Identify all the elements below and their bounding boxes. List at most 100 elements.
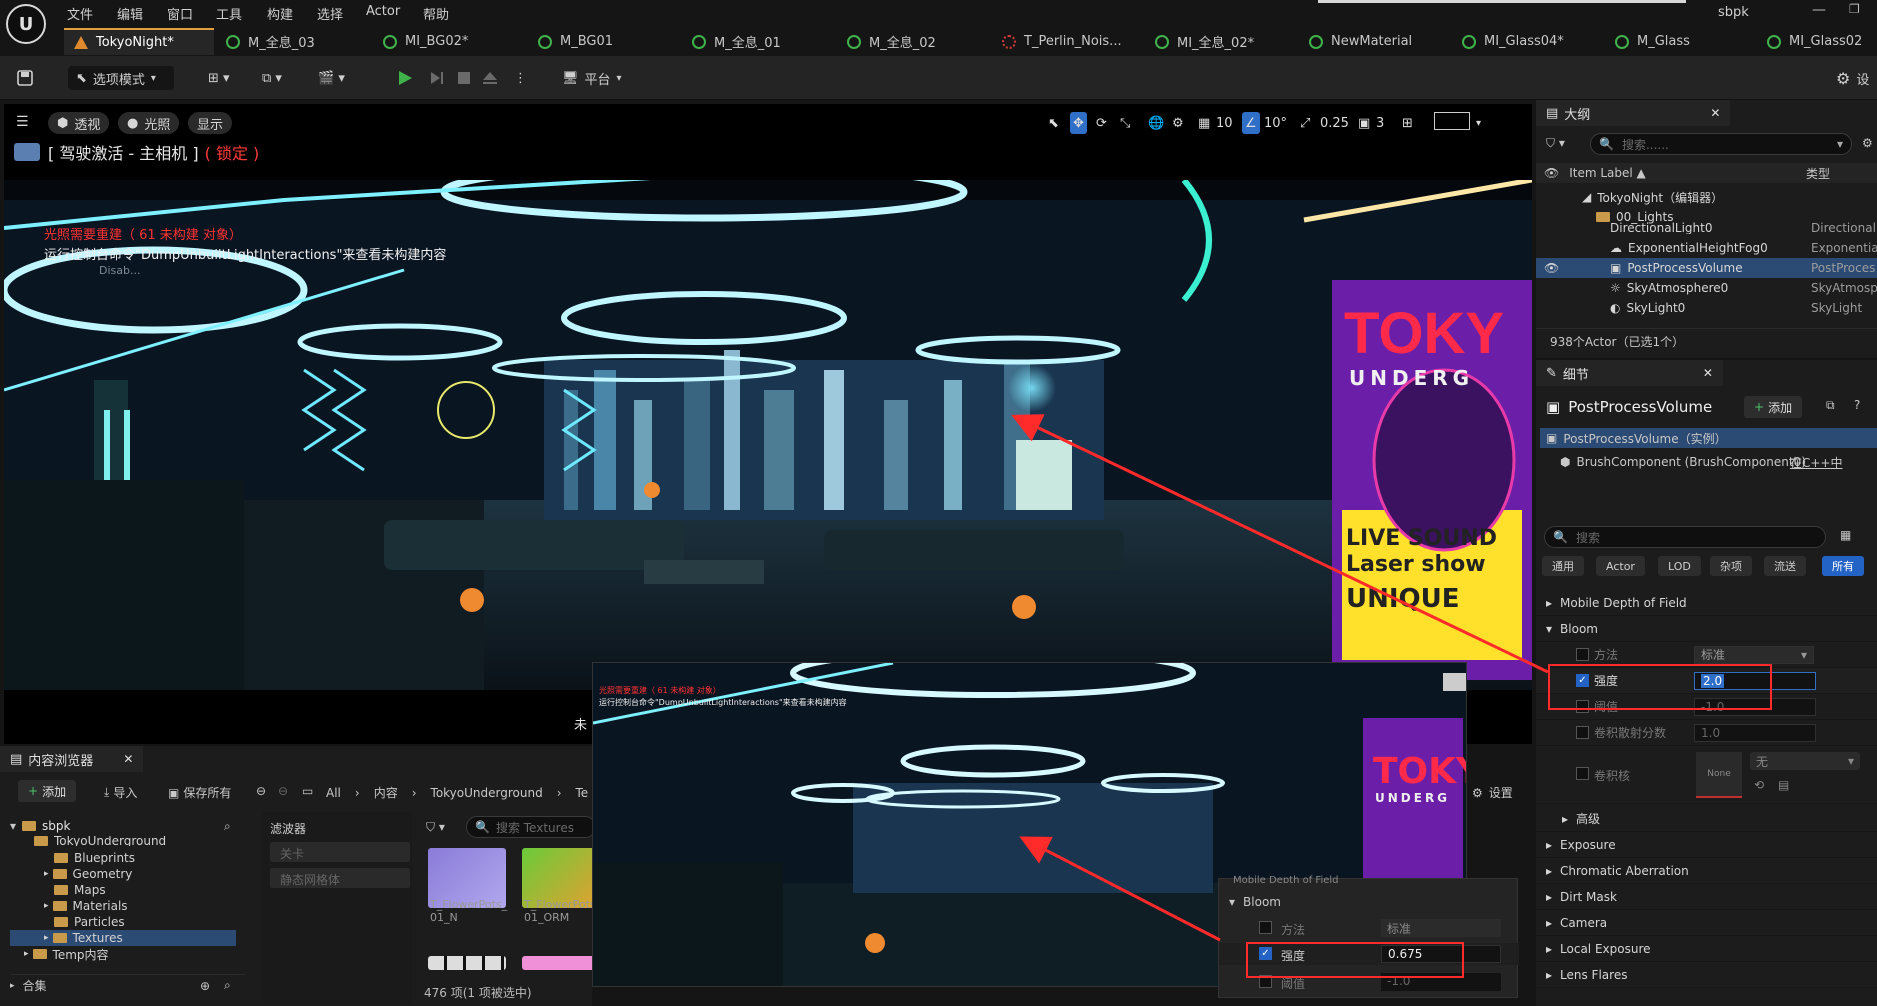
world-space-icon[interactable]: 🌐 bbox=[1148, 112, 1164, 134]
column-type-header[interactable]: 类型 bbox=[1806, 165, 1830, 182]
cinematics-icon[interactable]: 🎬 ▾ bbox=[318, 66, 345, 90]
tree-folder[interactable]: Particles bbox=[10, 914, 240, 930]
select-tool-icon[interactable]: ⬉ bbox=[1048, 112, 1059, 134]
menu-tools[interactable]: 工具 bbox=[216, 4, 242, 23]
forward-icon[interactable]: ⊖ bbox=[278, 784, 288, 798]
grid-snap-value[interactable]: 10 bbox=[1216, 112, 1233, 134]
filter-level[interactable]: 关卡 bbox=[270, 842, 410, 862]
viewport-layout-icon[interactable] bbox=[1434, 112, 1470, 130]
hamburger-menu-icon[interactable]: ☰ bbox=[16, 114, 29, 130]
filter-static-mesh[interactable]: 静态网格体 bbox=[270, 868, 410, 888]
translate-tool-icon[interactable]: ✥ bbox=[1070, 112, 1087, 134]
filter-icon[interactable]: ⛉ ▾ bbox=[1546, 136, 1565, 151]
section-mobile-dof[interactable]: ▸ Mobile Depth of Field bbox=[1536, 590, 1877, 616]
section-advanced[interactable]: ▸ 高级 bbox=[1536, 806, 1877, 832]
tree-folder[interactable]: Maps bbox=[10, 882, 240, 898]
menu-select[interactable]: 选择 bbox=[317, 4, 343, 23]
tab-m-hologram-01[interactable]: M_全息_01 bbox=[692, 28, 781, 55]
category-all[interactable]: 所有 bbox=[1822, 556, 1864, 576]
menu-actor[interactable]: Actor bbox=[366, 4, 400, 19]
rotation-snap-value[interactable]: 10° bbox=[1264, 112, 1287, 134]
tab-tokyonight[interactable]: TokyoNight* bbox=[64, 28, 214, 55]
override-checkbox[interactable] bbox=[1576, 648, 1589, 661]
blueprint-icon[interactable]: ⧉ ▾ bbox=[262, 66, 282, 90]
tree-row-sky-light[interactable]: ◐ SkyLight0 SkyLight bbox=[1536, 298, 1877, 318]
column-label-header[interactable]: Item Label ▲ bbox=[1569, 166, 1646, 180]
asset-thumbnail[interactable] bbox=[522, 956, 600, 970]
viewport-lit-button[interactable]: ● 光照 bbox=[118, 112, 180, 134]
title-search-field[interactable] bbox=[1318, 0, 1686, 3]
tree-row-postprocess[interactable]: 👁 ▣ PostProcessVolume PostProces bbox=[1536, 258, 1877, 278]
tree-root-row[interactable]: ▾ sbpk ⌕ bbox=[10, 816, 246, 836]
layout-icon[interactable]: ⊞ bbox=[1402, 112, 1413, 134]
content-browser-tab[interactable]: ▤ 内容浏览器 ✕ bbox=[0, 746, 144, 772]
breadcrumb-item[interactable]: Te bbox=[576, 786, 589, 800]
platform-menu[interactable]: 🖥 平台 ▾ bbox=[562, 66, 622, 90]
save-all-button[interactable]: ▣ 保存所有 bbox=[168, 784, 231, 801]
brush-component-row[interactable]: ⬢ BrushComponent (BrushComponent0) 在C++中 bbox=[1560, 452, 1877, 472]
tree-folder[interactable]: ▸ Temp内容 bbox=[10, 946, 240, 962]
tab-mi-hologram-02[interactable]: MI_全息_02* bbox=[1155, 28, 1254, 55]
tab-m-bg01[interactable]: M_BG01 bbox=[538, 28, 613, 55]
menu-help[interactable]: 帮助 bbox=[423, 4, 449, 23]
stop-icon[interactable] bbox=[456, 66, 472, 90]
back-icon[interactable]: ⊖ bbox=[256, 784, 266, 798]
more-options-icon[interactable]: ⋮ bbox=[514, 66, 527, 90]
category-streaming[interactable]: 流送 bbox=[1764, 556, 1806, 576]
category-general[interactable]: 通用 bbox=[1542, 556, 1584, 576]
section-local-exposure[interactable]: ▸ Local Exposure bbox=[1536, 936, 1877, 962]
filter-icon[interactable]: ⛉ ▾ bbox=[426, 820, 445, 835]
help-icon[interactable]: ? bbox=[1854, 398, 1860, 412]
content-settings-button[interactable]: ⚙ 设置 bbox=[1472, 784, 1513, 801]
breadcrumb-item[interactable]: TokyoUnderground bbox=[431, 786, 543, 800]
scale-snap-value[interactable]: 0.25 bbox=[1320, 112, 1349, 134]
menu-build[interactable]: 构建 bbox=[267, 4, 293, 23]
viewport-perspective-button[interactable]: ⬢ 透视 bbox=[48, 112, 110, 134]
outliner-tab[interactable]: ▤ 大纲 ✕ bbox=[1536, 100, 1731, 126]
section-dirt-mask[interactable]: ▸ Dirt Mask bbox=[1536, 884, 1877, 910]
section-bloom[interactable]: ▾ Bloom bbox=[1536, 616, 1877, 642]
import-button[interactable]: ⤓ 导入 bbox=[104, 784, 137, 801]
camera-speed-value[interactable]: 3 bbox=[1376, 112, 1384, 134]
browse-icon[interactable]: ▤ bbox=[1778, 778, 1789, 792]
close-icon[interactable]: ✕ bbox=[123, 752, 133, 766]
play-button[interactable] bbox=[396, 66, 414, 90]
asset-search-input[interactable]: 🔍 搜索 Textures bbox=[466, 816, 596, 838]
scale-tool-icon[interactable]: ⤡ bbox=[1120, 112, 1130, 134]
rotation-snap-icon[interactable]: ∠ bbox=[1242, 112, 1260, 134]
tree-row-fog[interactable]: ☁ ExponentialHeightFog0 Exponential bbox=[1536, 238, 1877, 258]
tab-m-glass[interactable]: M_Glass bbox=[1615, 28, 1690, 55]
conv-input[interactable]: 1.0 bbox=[1694, 723, 1816, 742]
viewport-show-button[interactable]: 显示 bbox=[188, 112, 233, 134]
mode-selector[interactable]: ⬉ 选项模式 ▾ bbox=[68, 66, 174, 90]
breadcrumb-item[interactable]: All bbox=[326, 786, 341, 800]
grid-snap-icon[interactable]: ▦ bbox=[1198, 112, 1210, 134]
close-icon[interactable]: ✕ bbox=[1703, 366, 1713, 380]
section-chromatic[interactable]: ▸ Chromatic Aberration bbox=[1536, 858, 1877, 884]
tree-folder[interactable]: TokyoUnderground bbox=[10, 836, 240, 846]
tab-mi-glass02[interactable]: MI_Glass02 bbox=[1767, 28, 1862, 55]
use-selected-icon[interactable]: ⟲ bbox=[1754, 778, 1764, 792]
settings-button[interactable]: ⚙ 设 bbox=[1836, 66, 1869, 90]
section-lens-flares[interactable]: ▸ Lens Flares bbox=[1536, 962, 1877, 988]
section-camera[interactable]: ▸ Camera bbox=[1536, 910, 1877, 936]
menu-edit[interactable]: 编辑 bbox=[117, 4, 143, 23]
tree-row-directional-light[interactable]: DirectionalLight0 DirectionalL bbox=[1536, 222, 1877, 234]
kernel-dropdown[interactable]: 无 ▾ bbox=[1750, 752, 1860, 770]
kernel-thumbnail[interactable]: None bbox=[1696, 752, 1742, 798]
save-icon[interactable] bbox=[16, 66, 34, 90]
section-exposure[interactable]: ▸ Exposure bbox=[1536, 832, 1877, 858]
breadcrumb-item[interactable]: 内容 bbox=[374, 784, 398, 801]
menu-window[interactable]: 窗口 bbox=[167, 4, 193, 23]
menu-file[interactable]: 文件 bbox=[67, 4, 93, 23]
eject-icon[interactable] bbox=[482, 66, 498, 90]
chevron-down-icon[interactable]: ▾ bbox=[1476, 112, 1481, 134]
details-search-input[interactable]: 🔍 搜索 bbox=[1544, 526, 1826, 548]
category-actor[interactable]: Actor bbox=[1596, 556, 1645, 576]
override-checkbox[interactable] bbox=[1576, 726, 1589, 739]
table-view-icon[interactable]: ▦ bbox=[1840, 528, 1851, 542]
search-icon[interactable]: ⌕ bbox=[224, 819, 231, 834]
asset-thumbnail[interactable] bbox=[428, 956, 506, 970]
override-checkbox[interactable] bbox=[1576, 767, 1589, 780]
tree-row-sky-atmosphere[interactable]: ☼ SkyAtmosphere0 SkyAtmosp bbox=[1536, 278, 1877, 298]
